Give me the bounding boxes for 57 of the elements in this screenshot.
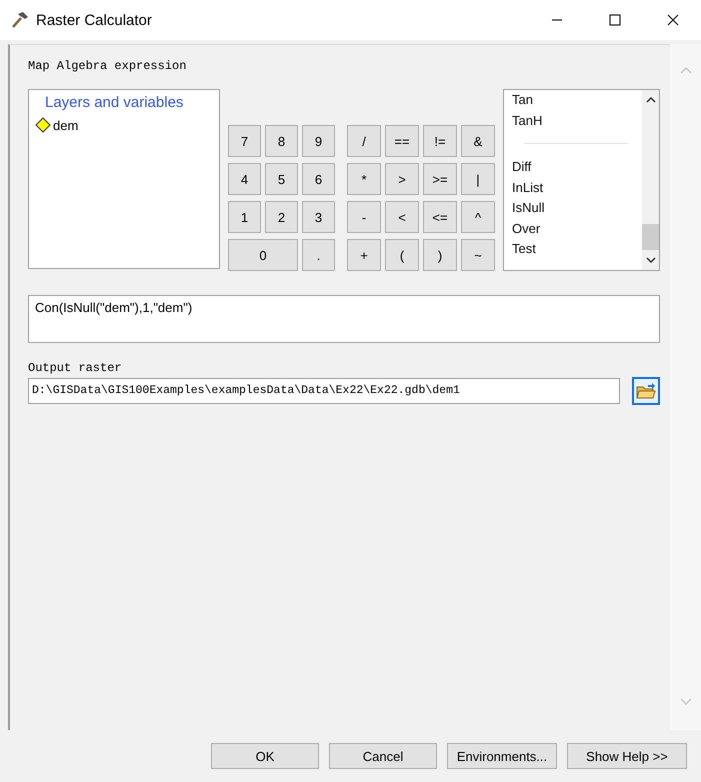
function-item[interactable]: Diff [512,157,634,178]
output-label: Output raster [28,361,123,375]
function-item[interactable]: Test [512,239,634,260]
operator-button[interactable]: & [461,125,495,157]
expression-field[interactable]: Con(IsNull("dem"),1,"dem") [28,295,660,343]
keypad-button[interactable]: . [302,239,335,271]
operator-button[interactable]: ~ [461,239,495,271]
operator-button[interactable]: != [423,125,457,157]
scroll-thumb[interactable] [642,224,659,250]
keypad-button[interactable]: 3 [302,201,335,233]
operator-button[interactable]: ^ [461,201,495,233]
operator-button[interactable]: >= [423,163,457,195]
operator-button[interactable]: ) [423,239,457,271]
function-item[interactable]: TanH [512,110,634,131]
folder-icon [636,382,656,400]
output-field[interactable]: D:\GISData\GIS100Examples\examplesData\Data\Ex22\Ex22.gdb\dem1 [28,378,620,404]
operator-button[interactable]: / [347,125,381,157]
operator-button[interactable]: * [347,163,381,195]
keypad-button[interactable]: 6 [302,163,335,195]
keypad-button[interactable]: 5 [265,163,298,195]
operator-button[interactable]: <= [423,201,457,233]
function-item[interactable]: Tan [512,90,634,110]
function-item[interactable]: Over [512,218,634,239]
operator-button[interactable]: ( [385,239,419,271]
keypad-button[interactable]: 4 [228,163,261,195]
operator-button[interactable]: + [347,239,381,271]
scroll-up-icon[interactable] [646,96,656,104]
operator-button[interactable]: | [461,163,495,195]
keypad-button[interactable]: 8 [265,125,298,157]
expression-label: Map Algebra expression [28,59,188,73]
browse-button[interactable] [632,377,660,405]
maximize-icon[interactable] [609,14,621,26]
dialog-button[interactable]: OK [211,743,319,769]
operator-button[interactable]: - [347,201,381,233]
hammer-icon [10,10,30,30]
operator-button[interactable]: > [385,163,419,195]
keypad-button[interactable]: 9 [302,125,335,157]
function-item[interactable]: InList [512,178,634,198]
operator-button[interactable]: < [385,201,419,233]
layer-item[interactable]: dem [53,118,78,132]
scroll-down-icon[interactable] [646,256,656,264]
dialog-button[interactable]: Show Help >> [567,743,687,769]
keypad-button[interactable]: 0 [228,239,298,271]
dialog-button[interactable]: Cancel [329,743,437,769]
layers-heading: Layers and variables [45,94,184,111]
window-title: Raster Calculator [36,12,153,28]
operator-button[interactable]: == [385,125,419,157]
function-list[interactable]: Tan TanH Diff InList IsNull Over Test [503,89,660,271]
function-item[interactable]: IsNull [512,198,634,218]
close-icon[interactable] [667,14,679,26]
keypad-button[interactable]: 1 [228,201,261,233]
diamond-icon [35,117,51,133]
layers-list[interactable]: Layers and variables dem [28,89,220,269]
keypad-button[interactable]: 2 [265,201,298,233]
scrollbar[interactable] [642,90,659,270]
keypad-button[interactable]: 7 [228,125,261,157]
dialog-button[interactable]: Environments... [447,743,557,769]
